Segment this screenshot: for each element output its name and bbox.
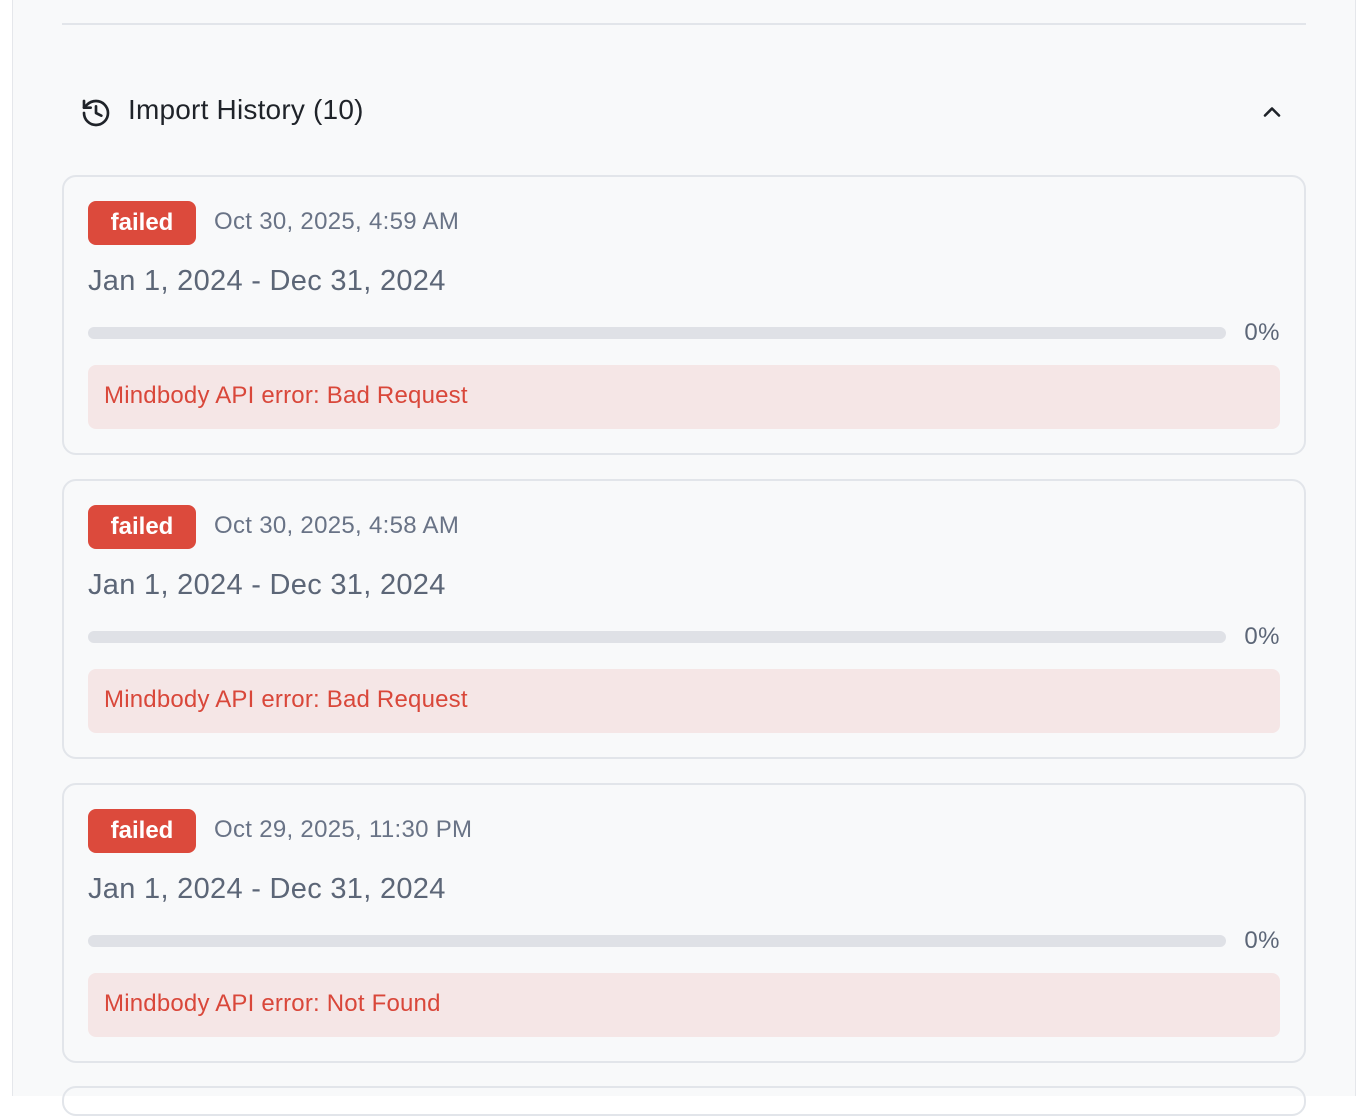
status-badge: failed (88, 201, 196, 245)
progress-percentage: 0% (1244, 623, 1280, 650)
progress-percentage: 0% (1244, 319, 1280, 346)
import-card: failed Oct 30, 2025, 4:59 AM Jan 1, 2024… (62, 175, 1306, 455)
error-message-box: Mindbody API error: Bad Request (88, 669, 1280, 733)
import-date-range: Jan 1, 2024 - Dec 31, 2024 (88, 873, 446, 905)
history-icon (80, 97, 112, 129)
status-badge: failed (88, 809, 196, 853)
import-timestamp: Oct 30, 2025, 4:59 AM (214, 208, 460, 235)
import-history-title: Import History (10) (128, 94, 364, 125)
import-timestamp: Oct 29, 2025, 11:30 PM (214, 816, 473, 843)
import-date-range: Jan 1, 2024 - Dec 31, 2024 (88, 265, 446, 297)
error-message: Mindbody API error: Bad Request (104, 382, 468, 409)
error-message: Mindbody API error: Bad Request (104, 686, 468, 713)
section-divider (62, 23, 1306, 25)
import-card (62, 1086, 1306, 1116)
progress-percentage: 0% (1244, 927, 1280, 954)
error-message: Mindbody API error: Not Found (104, 990, 441, 1017)
import-card: failed Oct 30, 2025, 4:58 AM Jan 1, 2024… (62, 479, 1306, 759)
status-badge: failed (88, 505, 196, 549)
progress-bar (88, 935, 1226, 947)
import-timestamp: Oct 30, 2025, 4:58 AM (214, 512, 460, 539)
error-message-box: Mindbody API error: Bad Request (88, 365, 1280, 429)
import-card: failed Oct 29, 2025, 11:30 PM Jan 1, 202… (62, 783, 1306, 1063)
progress-bar (88, 327, 1226, 339)
import-history-header[interactable]: Import History (10) (62, 82, 1306, 142)
progress-bar (88, 631, 1226, 643)
error-message-box: Mindbody API error: Not Found (88, 973, 1280, 1037)
chevron-up-icon[interactable] (1258, 98, 1286, 126)
import-date-range: Jan 1, 2024 - Dec 31, 2024 (88, 569, 446, 601)
